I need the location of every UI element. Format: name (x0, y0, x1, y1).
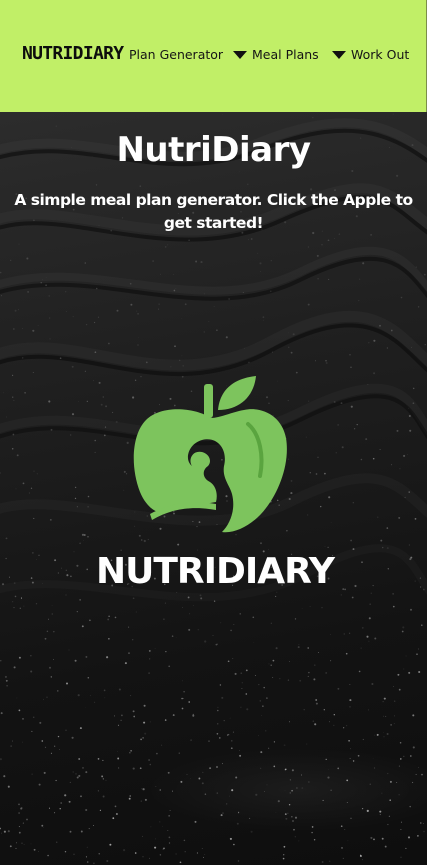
logo-wordmark: NUTRIDIARY (96, 551, 335, 592)
nav-plan-generator[interactable]: Plan Generator (129, 47, 223, 62)
get-started-apple-button[interactable]: NUTRIDIARY (96, 374, 335, 606)
nav-meal-plans-label: Meal Plans (252, 47, 319, 62)
hero-subtitle: A simple meal plan generator. Click the … (14, 191, 413, 232)
top-navbar: NUTRIDIARY Plan Generator Meal Plans Wor… (0, 0, 427, 112)
nav-work-out-label: Work Out (351, 47, 410, 62)
caret-down-icon (332, 51, 346, 59)
hero-section: NutriDiary A simple meal plan generator.… (0, 112, 427, 865)
apple-logo-icon (133, 376, 287, 533)
nav-work-out-dropdown[interactable]: Work Out (332, 47, 409, 62)
brand-logo-link[interactable]: NUTRIDIARY (22, 43, 124, 64)
nav-plan-generator-label: Plan Generator (129, 47, 224, 62)
caret-down-icon (233, 51, 247, 59)
hero-title: NutriDiary (116, 130, 311, 170)
nav-meal-plans-dropdown[interactable]: Meal Plans (233, 47, 319, 62)
